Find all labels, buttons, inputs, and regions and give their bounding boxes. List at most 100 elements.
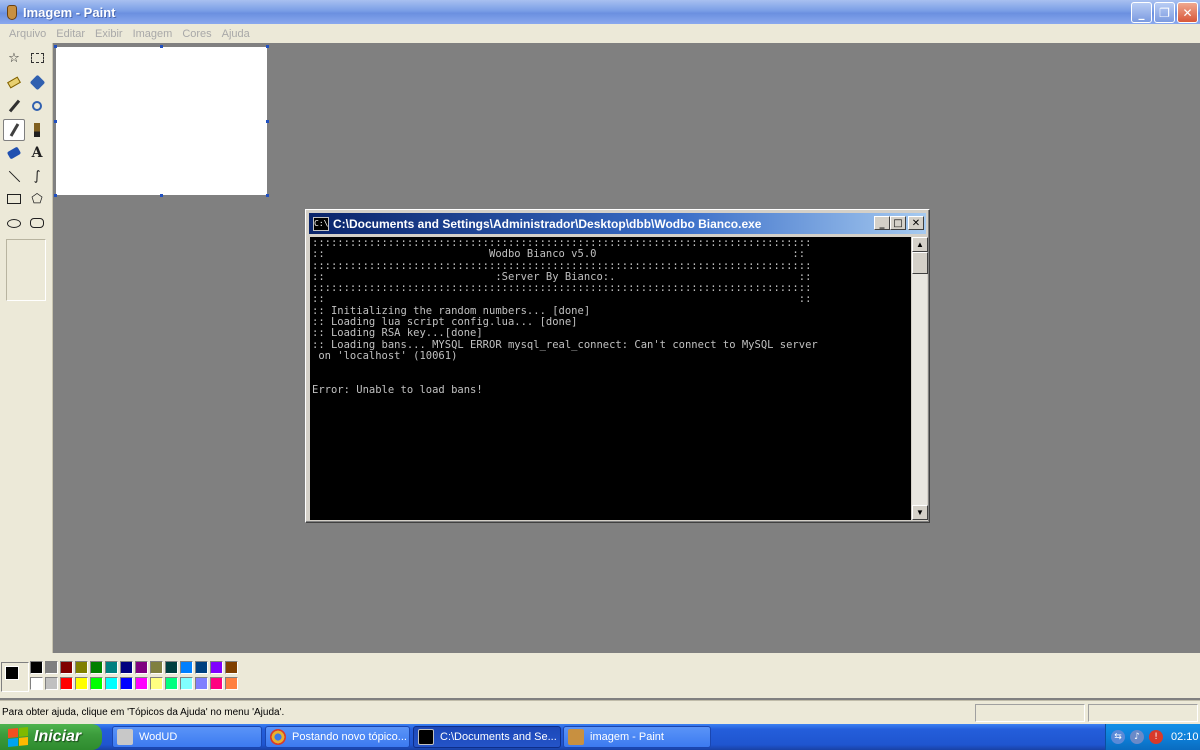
console-line: :: Wodbo Bianco v5.0 :: — [312, 248, 806, 261]
scroll-thumb[interactable] — [912, 252, 928, 274]
restore-button[interactable]: ❐ — [1154, 2, 1175, 23]
rounded-rect-icon[interactable] — [26, 212, 48, 234]
palette-swatch[interactable] — [45, 677, 58, 690]
resize-handle — [54, 194, 57, 197]
status-coordinates-cell — [975, 704, 1085, 722]
console-close-button[interactable]: ✕ — [908, 216, 924, 230]
text-tool-icon[interactable]: A — [26, 142, 48, 164]
menu-bar: Arquivo Editar Exibir Imagem Cores Ajuda — [0, 24, 1200, 43]
palette-swatch[interactable] — [165, 677, 178, 690]
menu-cores[interactable]: Cores — [177, 28, 216, 40]
menu-editar[interactable]: Editar — [51, 28, 90, 40]
line-icon[interactable] — [3, 165, 25, 187]
palette-swatch[interactable] — [120, 661, 133, 674]
task-console[interactable]: C:\Documents and Se... — [413, 726, 561, 748]
resize-handle — [54, 120, 57, 123]
console-line: :: Loading RSA key...[done] — [312, 327, 483, 340]
palette-swatch[interactable] — [30, 661, 43, 674]
task-paint[interactable]: imagem - Paint — [563, 726, 711, 748]
curve-icon[interactable]: ∫ — [26, 165, 48, 187]
console-line: on 'localhost' (10061) — [312, 349, 458, 362]
palette-swatch[interactable] — [195, 661, 208, 674]
brush-icon[interactable] — [26, 119, 48, 141]
task-label: WodUD — [139, 731, 178, 743]
airbrush-icon[interactable] — [3, 142, 25, 164]
resize-handle-corner[interactable] — [266, 194, 269, 197]
palette-swatch[interactable] — [150, 661, 163, 674]
menu-exibir[interactable]: Exibir — [90, 28, 128, 40]
windows-logo-icon — [8, 726, 28, 748]
magnifier-icon[interactable] — [26, 95, 48, 117]
rectangle-icon[interactable] — [3, 188, 25, 210]
palette-swatch[interactable] — [210, 677, 223, 690]
drawing-canvas[interactable] — [54, 45, 269, 197]
palette-swatch[interactable] — [90, 661, 103, 674]
start-button[interactable]: Iniciar — [0, 724, 102, 750]
palette-swatch[interactable] — [105, 677, 118, 690]
status-bar: Para obter ajuda, clique em 'Tópicos da … — [0, 700, 1200, 724]
palette-swatch[interactable] — [165, 661, 178, 674]
menu-arquivo[interactable]: Arquivo — [4, 28, 51, 40]
cmd-icon[interactable]: C:\ — [313, 216, 329, 231]
paint-app-icon[interactable] — [3, 4, 19, 20]
free-select-icon[interactable]: ☆ — [3, 47, 25, 69]
pencil-icon[interactable] — [3, 119, 25, 141]
resize-handle-bottom[interactable] — [160, 194, 163, 197]
palette-swatch[interactable] — [180, 661, 193, 674]
console-output[interactable]: ::::::::::::::::::::::::::::::::::::::::… — [310, 237, 911, 520]
current-colors[interactable] — [1, 662, 29, 692]
menu-ajuda[interactable]: Ajuda — [217, 28, 255, 40]
rect-select-icon[interactable] — [26, 47, 48, 69]
resize-handle-right[interactable] — [266, 120, 269, 123]
console-title-bar[interactable]: C:\ C:\Documents and Settings\Administra… — [309, 213, 926, 234]
console-scrollbar[interactable]: ▲ ▼ — [911, 237, 928, 520]
palette-swatch[interactable] — [60, 677, 73, 690]
console-title: C:\Documents and Settings\Administrador\… — [333, 216, 762, 231]
palette-swatch[interactable] — [30, 677, 43, 690]
tool-options-box[interactable] — [6, 239, 46, 301]
security-alert-icon[interactable]: ! — [1149, 730, 1163, 744]
palette-swatch[interactable] — [105, 661, 118, 674]
palette-swatch[interactable] — [225, 677, 238, 690]
console-maximize-button[interactable]: □ — [890, 216, 906, 230]
console-line: Error: Unable to load bans! — [312, 383, 483, 396]
palette-swatch[interactable] — [60, 661, 73, 674]
minimize-button[interactable]: _ — [1131, 2, 1152, 23]
polygon-icon[interactable]: ⬠ — [26, 188, 48, 210]
clock[interactable]: 02:10 — [1171, 731, 1199, 743]
palette-swatch[interactable] — [90, 677, 103, 690]
palette-swatch[interactable] — [210, 661, 223, 674]
fill-bucket-icon[interactable] — [26, 71, 48, 93]
palette-swatch[interactable] — [195, 677, 208, 690]
task-label: Postando novo tópico... — [292, 731, 407, 743]
foreground-color[interactable] — [5, 666, 19, 680]
palette-swatch[interactable] — [180, 677, 193, 690]
task-chrome[interactable]: Postando novo tópico... — [265, 726, 410, 748]
console-minimize-button[interactable]: _ — [874, 216, 890, 230]
resize-handle — [160, 45, 163, 48]
close-button[interactable]: ✕ — [1177, 2, 1198, 23]
palette-swatch[interactable] — [150, 677, 163, 690]
start-label: Iniciar — [34, 728, 82, 745]
task-label: C:\Documents and Se... — [440, 731, 557, 743]
network-icon[interactable]: ⇆ — [1111, 730, 1125, 744]
palette-swatch[interactable] — [75, 661, 88, 674]
palette-swatch[interactable] — [225, 661, 238, 674]
task-wodud[interactable]: WodUD — [112, 726, 262, 748]
scroll-up-icon[interactable]: ▲ — [912, 237, 928, 252]
eraser-icon[interactable] — [3, 71, 25, 93]
task-label: imagem - Paint — [590, 731, 664, 743]
scroll-down-icon[interactable]: ▼ — [912, 505, 928, 520]
ellipse-icon[interactable] — [3, 212, 25, 234]
palette-swatch[interactable] — [135, 677, 148, 690]
volume-icon[interactable]: ♪ — [1130, 730, 1144, 744]
color-picker-icon[interactable] — [3, 95, 25, 117]
paint-title-bar[interactable]: Imagem - Paint _ ❐ ✕ — [0, 0, 1200, 24]
palette-swatch[interactable] — [135, 661, 148, 674]
resize-handle — [54, 45, 57, 48]
menu-imagem[interactable]: Imagem — [128, 28, 178, 40]
console-window[interactable]: C:\ C:\Documents and Settings\Administra… — [305, 209, 930, 523]
palette-swatch[interactable] — [75, 677, 88, 690]
palette-swatch[interactable] — [120, 677, 133, 690]
palette-swatch[interactable] — [45, 661, 58, 674]
